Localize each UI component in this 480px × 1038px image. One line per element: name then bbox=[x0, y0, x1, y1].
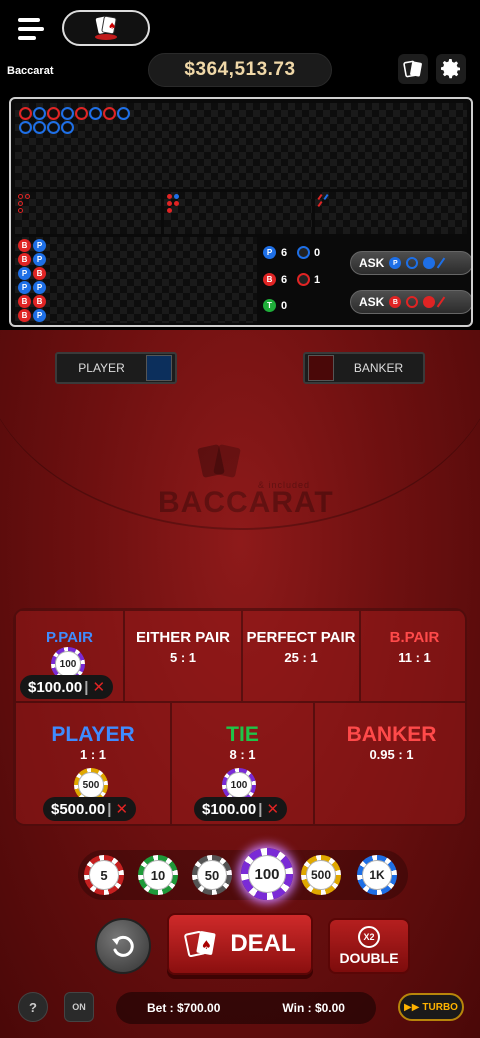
total-win: Win : $0.00 bbox=[282, 1001, 345, 1015]
undo-icon bbox=[112, 935, 134, 957]
svg-text:♠: ♠ bbox=[108, 22, 116, 32]
watermark-cards-icon bbox=[197, 444, 241, 478]
banker-count-stat: B 6 bbox=[263, 273, 287, 286]
total-bet: Bet : $700.00 bbox=[147, 1001, 221, 1015]
bet-either-pair[interactable]: EITHER PAIR 5 : 1 bbox=[124, 610, 242, 702]
auto-toggle-button[interactable]: ON bbox=[64, 992, 94, 1022]
help-icon: ? bbox=[29, 999, 37, 1015]
small-road bbox=[164, 192, 312, 234]
double-button[interactable]: X2 DOUBLE bbox=[328, 918, 410, 974]
banker-slash-icon bbox=[437, 296, 446, 308]
remove-bet-tie-icon[interactable]: ✕ bbox=[266, 800, 279, 818]
menu-icon bbox=[18, 18, 40, 22]
stake-tie: $100.00 | ✕ bbox=[194, 797, 288, 821]
history-button[interactable] bbox=[398, 54, 428, 84]
chip-5[interactable]: 5 bbox=[84, 855, 124, 895]
banker-pair-stat: 1 bbox=[297, 273, 320, 286]
game-name: Baccarat bbox=[7, 65, 54, 77]
menu-button[interactable] bbox=[14, 14, 48, 44]
bet-banker[interactable]: BANKER 0.95 : 1 bbox=[314, 702, 465, 824]
bead-road: B P B P P B P P B B B P bbox=[15, 237, 257, 323]
settings-button[interactable] bbox=[436, 54, 466, 84]
stake-player: $500.00 | ✕ bbox=[43, 797, 137, 821]
banker-ring-icon bbox=[406, 296, 419, 308]
chip-100-selected[interactable]: 100 bbox=[241, 848, 293, 900]
player-card-box: PLAYER bbox=[55, 352, 177, 384]
x2-badge: X2 bbox=[358, 926, 380, 948]
player-bead-icon: P bbox=[389, 257, 402, 269]
player-ring-icon bbox=[406, 257, 419, 269]
banker-dot-icon bbox=[423, 296, 436, 308]
bet-b-pair[interactable]: B.PAIR 11 : 1 bbox=[360, 610, 465, 702]
bet-win-bar: Bet : $700.00 Win : $0.00 bbox=[116, 992, 376, 1024]
turbo-button[interactable]: ▶▶ TURBO bbox=[398, 993, 464, 1021]
cards-icon: ♠ bbox=[184, 930, 216, 958]
cards-logo-icon: ♠ bbox=[95, 15, 117, 40]
bet-perfect-pair[interactable]: PERFECT PAIR 25 : 1 bbox=[242, 610, 360, 702]
chip-500[interactable]: 500 bbox=[301, 855, 341, 895]
tie-count-stat: T 0 bbox=[263, 299, 287, 312]
baccarat-watermark: & included BACCARAT bbox=[150, 440, 333, 550]
svg-text:♠: ♠ bbox=[201, 938, 212, 952]
big-road bbox=[15, 103, 467, 189]
player-pair-stat: 0 bbox=[297, 246, 320, 259]
player-count-stat: P 6 bbox=[263, 246, 287, 259]
banker-color-swatch bbox=[308, 355, 334, 381]
gear-icon bbox=[441, 59, 460, 79]
help-button[interactable]: ? bbox=[18, 992, 48, 1022]
roadmap-panel: B P B P P B P P B B B P P 6 0 B 6 1 T 0 … bbox=[9, 97, 473, 327]
chip-50[interactable]: 50 bbox=[192, 855, 232, 895]
deal-button[interactable]: ♠ DEAL bbox=[167, 913, 313, 975]
banker-bead-icon: B bbox=[389, 296, 402, 308]
big-eye-road bbox=[15, 192, 161, 234]
remove-bet-p-pair-icon[interactable]: ✕ bbox=[92, 678, 105, 696]
stake-p-pair: $100.00 | ✕ bbox=[20, 675, 114, 699]
chip-1k[interactable]: 1K bbox=[357, 855, 397, 895]
cards-history-icon bbox=[403, 60, 422, 78]
cockroach-road bbox=[315, 192, 467, 234]
banker-card-box: BANKER bbox=[303, 352, 425, 384]
undo-button[interactable] bbox=[95, 918, 151, 974]
ask-banker-button[interactable]: ASK B bbox=[350, 290, 471, 314]
remove-bet-player-icon[interactable]: ✕ bbox=[115, 800, 128, 818]
player-slash-icon bbox=[437, 257, 446, 269]
fast-forward-icon: ▶▶ bbox=[404, 1001, 420, 1013]
balance-display: $364,513.73 bbox=[148, 53, 332, 87]
game-logo-button[interactable]: ♠ bbox=[62, 10, 150, 46]
chip-10[interactable]: 10 bbox=[138, 855, 178, 895]
player-color-swatch bbox=[146, 355, 172, 381]
player-dot-icon bbox=[423, 257, 436, 269]
auto-on-icon: ON bbox=[72, 1002, 86, 1012]
ask-player-button[interactable]: ASK P bbox=[350, 251, 471, 275]
